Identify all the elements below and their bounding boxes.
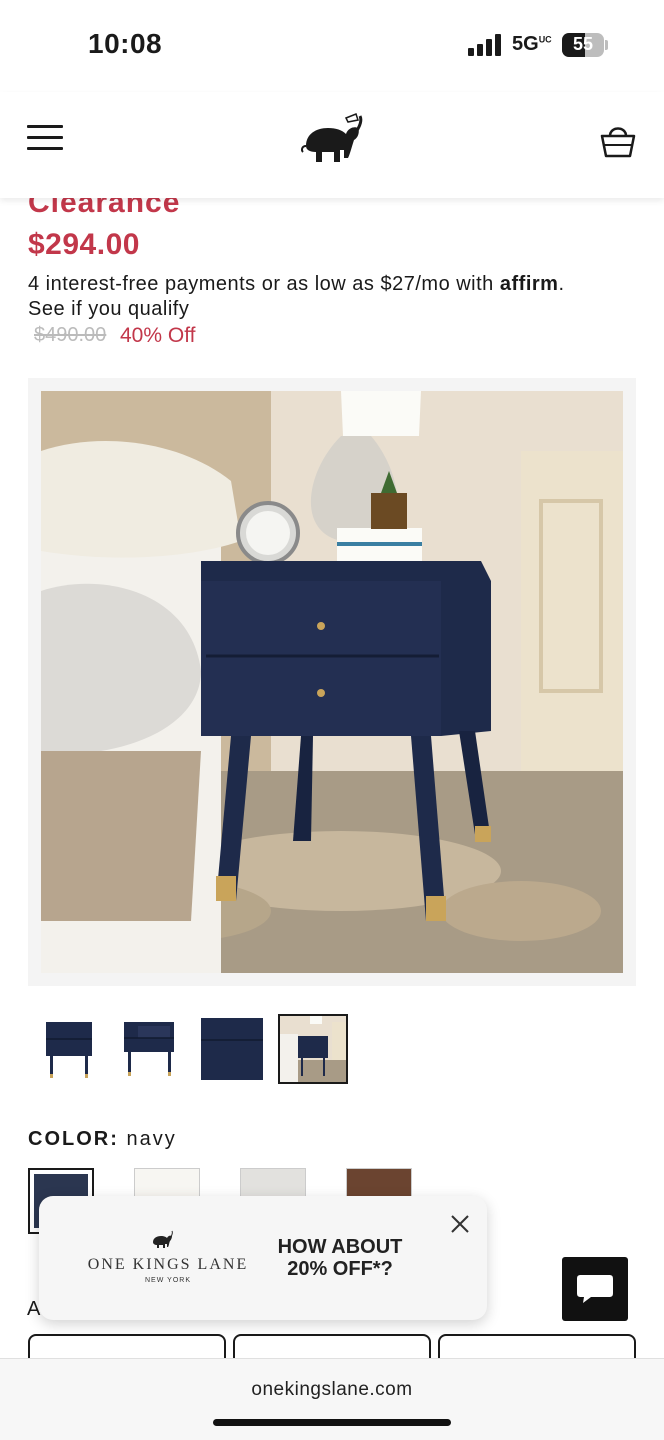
network-suffix: UC: [538, 34, 552, 45]
affirm-logo: affirm: [499, 273, 559, 295]
home-indicator[interactable]: [213, 1419, 451, 1426]
close-icon[interactable]: [449, 1213, 471, 1235]
promo-popup[interactable]: ONE KINGS LANE NEW YORK HOW ABOUT 20% OF…: [39, 1196, 487, 1320]
promo-headline[interactable]: HOW ABOUT 20% OFF*?: [273, 1236, 407, 1280]
battery-tip: [605, 40, 608, 50]
url-bar[interactable]: onekingslane.com: [0, 1379, 664, 1401]
chat-button[interactable]: [562, 1257, 628, 1321]
status-bar: 10:08 5GUC 55: [0, 0, 664, 92]
discount-badge: 40% Off: [120, 324, 196, 347]
financing-copy: 4 interest-free payments or as low as $2…: [28, 273, 494, 295]
shopping-bag-icon[interactable]: [598, 120, 638, 160]
gallery-thumbnail[interactable]: [116, 1016, 182, 1082]
battery-icon: 55: [562, 33, 604, 57]
qualify-link[interactable]: See if you qualify: [28, 298, 189, 320]
color-label-title: COLOR:: [28, 1128, 119, 1150]
status-time: 10:08: [88, 28, 163, 59]
sale-price: $294.00: [28, 228, 140, 261]
hamburger-icon[interactable]: [27, 125, 63, 151]
financing-period: .: [558, 273, 565, 295]
gallery-thumbnail[interactable]: [199, 1016, 265, 1082]
color-label: COLOR: navy: [28, 1128, 177, 1151]
elephant-logo-icon[interactable]: [300, 110, 366, 168]
gallery-thumbnail[interactable]: [36, 1016, 102, 1082]
browser-bottom-bar: onekingslane.com: [0, 1358, 664, 1440]
elephant-logo-icon: [153, 1230, 173, 1248]
promo-brand-sub: NEW YORK: [145, 1277, 191, 1284]
signal-icon: [468, 34, 501, 56]
battery-level: 55: [572, 34, 594, 54]
network-type: 5G: [512, 33, 539, 55]
original-price: $490.00: [34, 324, 107, 346]
promo-brand: ONE KINGS LANE: [87, 1256, 249, 1273]
gallery-thumbnail-selected[interactable]: [278, 1014, 348, 1084]
site-header: [0, 92, 664, 198]
chat-bubble-icon: [577, 1275, 613, 1303]
financing-text: 4 interest-free payments or as low as $2…: [28, 272, 643, 322]
color-value: navy: [126, 1128, 177, 1150]
network-indicator: 5GUC: [512, 33, 552, 56]
product-hero-image[interactable]: [41, 391, 623, 973]
